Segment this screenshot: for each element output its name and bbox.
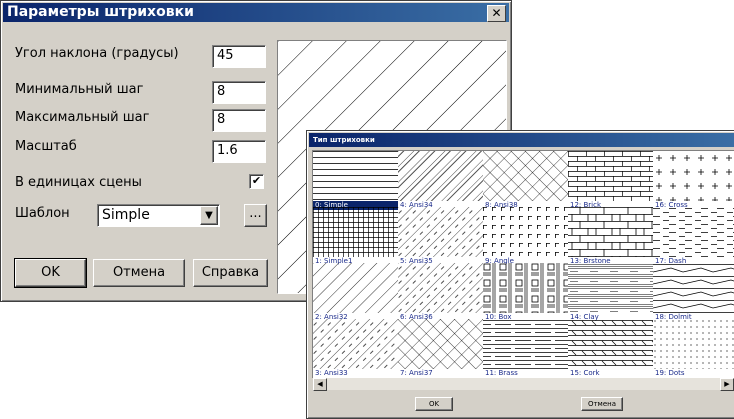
hatch-swatch-clay <box>568 263 653 313</box>
hatch-swatch-brick <box>568 151 653 201</box>
hatch-swatch-ansi35 <box>398 207 483 257</box>
hatch-cell-simple[interactable]: 0: Simple <box>313 151 398 210</box>
hatch-cell-dash[interactable]: 17: Dash <box>653 207 734 266</box>
hatch-type-title-bar[interactable]: Тип штриховки <box>309 133 734 147</box>
hatch-cell-ansi36[interactable]: 6: Ansi36 <box>398 263 483 322</box>
hatch-swatch-dots <box>653 319 734 369</box>
ok-button[interactable]: OK <box>14 258 87 288</box>
hatch-cell-clay[interactable]: 14: Clay <box>568 263 653 322</box>
min-step-input[interactable]: 8 <box>212 81 266 104</box>
hatch-swatch-ansi38 <box>483 151 568 201</box>
hatch-cell-ansi32[interactable]: 2: Ansi32 <box>313 263 398 322</box>
hatch-cell-dolmit[interactable]: 18: Dolmit <box>653 263 734 322</box>
hatch-swatch-box <box>483 263 568 313</box>
close-icon: ✕ <box>491 6 502 20</box>
browse-button[interactable]: ... <box>244 204 267 227</box>
scene-units-checkbox[interactable]: ✔ <box>249 174 264 189</box>
hatch-cell-ansi34[interactable]: 4: Ansi34 <box>398 151 483 210</box>
scene-units-label: В единицах сцены <box>15 175 142 190</box>
scale-input[interactable]: 1.6 <box>212 140 266 163</box>
hatch-cell-simple1[interactable]: 1: Simple1 <box>313 207 398 266</box>
hatch-cell-ansi38[interactable]: 8: Ansi38 <box>483 151 568 210</box>
hatch-swatch-brstone <box>568 207 653 257</box>
hatch-cell-ansi37[interactable]: 7: Ansi37 <box>398 319 483 377</box>
hatch-cell-brstone[interactable]: 13: Brstone <box>568 207 653 266</box>
help-button[interactable]: Справка <box>193 259 268 287</box>
hatch-swatch-ansi34 <box>398 151 483 201</box>
close-button[interactable]: ✕ <box>487 5 506 22</box>
hatch-ok-button[interactable]: OK <box>415 397 453 411</box>
hatch-swatch-simple <box>313 151 398 201</box>
hatch-pattern-grid[interactable]: 0: Simple 4: Ansi34 8: Ansi38 12: Brick … <box>312 150 734 378</box>
hatch-swatch-ansi37 <box>398 319 483 369</box>
min-step-label: Минимальный шаг <box>15 82 144 97</box>
hatch-swatch-ansi32 <box>313 263 398 313</box>
hatch-swatch-dash <box>653 207 734 257</box>
hatch-cell-ansi33[interactable]: 3: Ansi33 <box>313 319 398 377</box>
hatch-cancel-button[interactable]: Отмена <box>581 397 623 411</box>
hatch-cell-dots[interactable]: 19: Dots <box>653 319 734 377</box>
template-select-value: Simple <box>102 207 150 223</box>
max-step-label: Максимальный шаг <box>15 110 150 125</box>
hatch-swatch-ansi36 <box>398 263 483 313</box>
scale-label: Масштаб <box>15 139 77 154</box>
horizontal-scrollbar[interactable]: ◀ ▶ <box>313 377 734 391</box>
hatch-swatch-ansi33 <box>313 319 398 369</box>
scroll-right-icon[interactable]: ▶ <box>720 378 734 391</box>
hatch-swatch-simple1 <box>313 207 398 257</box>
chevron-down-icon[interactable]: ▼ <box>200 206 218 225</box>
hatch-cell-ansi35[interactable]: 5: Ansi35 <box>398 207 483 266</box>
hatch-cell-brass[interactable]: 11: Brass <box>483 319 568 377</box>
angle-label: Угол наклона (градусы) <box>15 46 179 61</box>
hatch-cell-cork[interactable]: 15: Cork <box>568 319 653 377</box>
hatch-swatch-cork <box>568 319 653 369</box>
hatch-cell-brick[interactable]: 12: Brick <box>568 151 653 210</box>
max-step-input[interactable]: 8 <box>212 109 266 132</box>
checkmark-icon: ✔ <box>251 174 262 187</box>
angle-input[interactable]: 45 <box>212 45 266 68</box>
dialog-title-bar[interactable]: Параметры штриховки <box>3 3 509 22</box>
template-label: Шаблон <box>15 206 70 221</box>
scroll-left-icon[interactable]: ◀ <box>313 378 327 391</box>
template-select[interactable]: Simple ▼ <box>97 204 220 227</box>
hatch-cell-cross[interactable]: 16: Cross <box>653 151 734 210</box>
hatch-swatch-angle <box>483 207 568 257</box>
hatch-type-title: Тип штриховки <box>313 136 375 144</box>
hatch-swatch-dolmit <box>653 263 734 313</box>
cancel-button[interactable]: Отмена <box>93 259 185 287</box>
hatch-cell-box[interactable]: 10: Box <box>483 263 568 322</box>
hatch-swatch-cross <box>653 151 734 201</box>
hatch-swatch-brass <box>483 319 568 369</box>
hatch-cell-angle[interactable]: 9: Angle <box>483 207 568 266</box>
dialog-title: Параметры штриховки <box>7 4 194 20</box>
